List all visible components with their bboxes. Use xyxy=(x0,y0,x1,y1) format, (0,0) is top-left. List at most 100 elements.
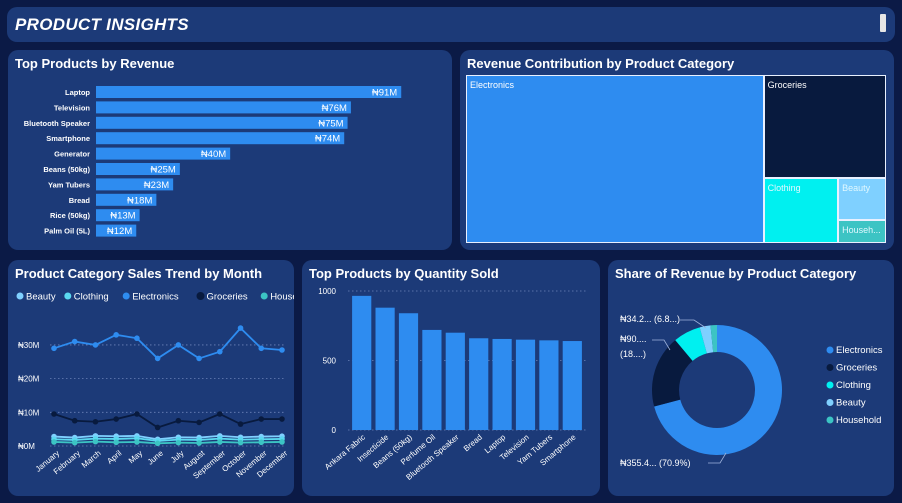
revenue-bar xyxy=(96,116,348,129)
donut-legend-marker xyxy=(826,346,834,354)
trend-point xyxy=(113,439,119,446)
trend-point xyxy=(217,411,223,417)
trend-y-tick: ₦10M xyxy=(18,408,40,417)
trend-point xyxy=(113,416,119,422)
donut-legend-label: Beauty xyxy=(836,398,866,409)
revenue-category-label: Laptop xyxy=(65,88,90,97)
trend-point xyxy=(237,439,244,446)
quantity-bar xyxy=(398,313,419,430)
trend-legend-marker xyxy=(16,292,24,300)
trend-point xyxy=(92,438,99,445)
trend-point xyxy=(237,325,244,331)
trend-panel: Product Category Sales Trend by Month Be… xyxy=(8,260,294,496)
quantity-bar xyxy=(352,295,372,430)
treemap-tile[interactable]: Beauty xyxy=(838,178,886,220)
revenue-category-label: Generator xyxy=(54,150,90,159)
page-title: PRODUCT INSIGHTS xyxy=(15,15,189,34)
treemap-tile-label: Groceries xyxy=(767,80,807,90)
quantity-bar-chart: 05001000Ankara FabricInsecticideBeans (5… xyxy=(318,287,588,482)
trend-legend-label: Clothing xyxy=(74,292,109,303)
donut-data-label: ₦90.... xyxy=(620,334,647,344)
trend-legend-label: Groceries xyxy=(207,292,248,303)
treemap-tile-label: Clothing xyxy=(767,183,801,194)
donut-legend-marker xyxy=(826,399,834,406)
trend-point xyxy=(71,439,78,446)
trend-point xyxy=(51,439,57,445)
quantity-panel: Top Products by Quantity Sold 0 500 1000 An… xyxy=(302,260,600,496)
donut-legend-label: Clothing xyxy=(836,380,871,391)
quantity-bar xyxy=(422,329,442,430)
treemap-tile[interactable]: Groceries xyxy=(763,75,886,179)
revenue-data-label: ₦18M xyxy=(127,195,152,206)
revenue-category-label: Bluetooth Speaker xyxy=(24,119,90,128)
trend-point xyxy=(175,342,182,348)
revenue-category-label: Yam Tubers xyxy=(48,180,90,189)
trend-x-tick: April xyxy=(105,449,123,466)
treemap-tile-label: Househ... xyxy=(842,224,881,235)
trend-legend-marker xyxy=(260,292,268,300)
trend-point xyxy=(279,347,285,353)
trend-point xyxy=(237,421,244,427)
treemap-tile-label: Electronics xyxy=(470,80,515,90)
trend-point xyxy=(258,439,265,446)
revenue-data-label: ₦91M xyxy=(372,88,397,99)
treemap-panel: Revenue Contribution by Product Category… xyxy=(460,50,894,250)
trend-point xyxy=(92,418,99,425)
trend-series-line xyxy=(53,440,283,445)
donut-data-label: ₦355.4... (70.9%) xyxy=(620,458,691,468)
trend-series-line xyxy=(53,326,283,360)
trend-point xyxy=(217,348,223,355)
scrollbar-handle[interactable] xyxy=(880,14,886,32)
trend-line-chart: Beauty Clothing Electronics Groceries Househ… xyxy=(16,292,294,481)
revenue-panel: Top Products by Revenue Laptop ₦91M Televi… xyxy=(8,50,452,250)
treemap-tile[interactable]: Househ... xyxy=(838,219,886,243)
quantity-x-tick: Bread xyxy=(462,433,484,454)
trend-point xyxy=(175,439,182,446)
treemap-tile[interactable]: Clothing xyxy=(763,178,839,243)
trend-legend-label: Electronics xyxy=(132,292,179,303)
trend-point xyxy=(134,411,140,417)
quantity-bar xyxy=(515,339,536,430)
revenue-data-label: ₦40M xyxy=(201,149,226,160)
trend-y-tick: ₦20M xyxy=(18,375,40,384)
revenue-bar xyxy=(96,86,402,98)
revenue-bar xyxy=(96,132,345,145)
revenue-data-label: ₦25M xyxy=(151,165,176,176)
quantity-bar xyxy=(445,332,465,430)
trend-point xyxy=(258,345,265,352)
trend-point xyxy=(51,411,57,417)
trend-x-tick: June xyxy=(146,448,165,466)
trend-point xyxy=(279,439,285,445)
donut-legend-marker xyxy=(826,416,834,424)
header-bar: PRODUCT INSIGHTS xyxy=(7,7,895,42)
revenue-category-label: Rice (50kg) xyxy=(50,211,91,220)
trend-point xyxy=(51,345,57,352)
trend-x-tick: March xyxy=(80,449,103,470)
revenue-treemap: Electronics Groceries Clothing Beauty Househ… xyxy=(466,75,886,243)
donut-legend-label: Household xyxy=(836,415,881,426)
trend-y-tick: ₦0M xyxy=(18,442,35,451)
trend-point xyxy=(134,335,140,342)
quantity-bar xyxy=(375,307,395,430)
trend-point xyxy=(134,439,140,445)
trend-point xyxy=(196,355,202,362)
trend-point xyxy=(279,416,285,422)
donut-legend-marker xyxy=(826,381,834,389)
share-donut-chart: ₦34.2... (6.8...) ₦90.... (18....) ₦355.4..… xyxy=(620,314,883,468)
donut-legend-label: Electronics xyxy=(836,345,883,356)
revenue-category-label: Smartphone xyxy=(46,134,90,143)
quantity-bar xyxy=(562,341,582,430)
revenue-data-label: ₦74M xyxy=(315,134,340,145)
trend-x-tick: May xyxy=(127,449,144,466)
trend-legend-marker xyxy=(64,292,72,300)
treemap-chart-title: Revenue Contribution by Product Category xyxy=(467,56,735,71)
quantity-bar xyxy=(469,338,489,430)
revenue-data-label: ₦75M xyxy=(318,118,343,129)
trend-point xyxy=(71,338,78,345)
treemap-tile[interactable]: Electronics xyxy=(466,75,764,243)
revenue-category-label: Bread xyxy=(69,196,91,205)
revenue-data-label: ₦12M xyxy=(107,226,132,237)
donut-legend-marker xyxy=(826,364,834,371)
quantity-y-tick: 500 xyxy=(323,357,337,366)
trend-legend-marker xyxy=(196,292,205,300)
